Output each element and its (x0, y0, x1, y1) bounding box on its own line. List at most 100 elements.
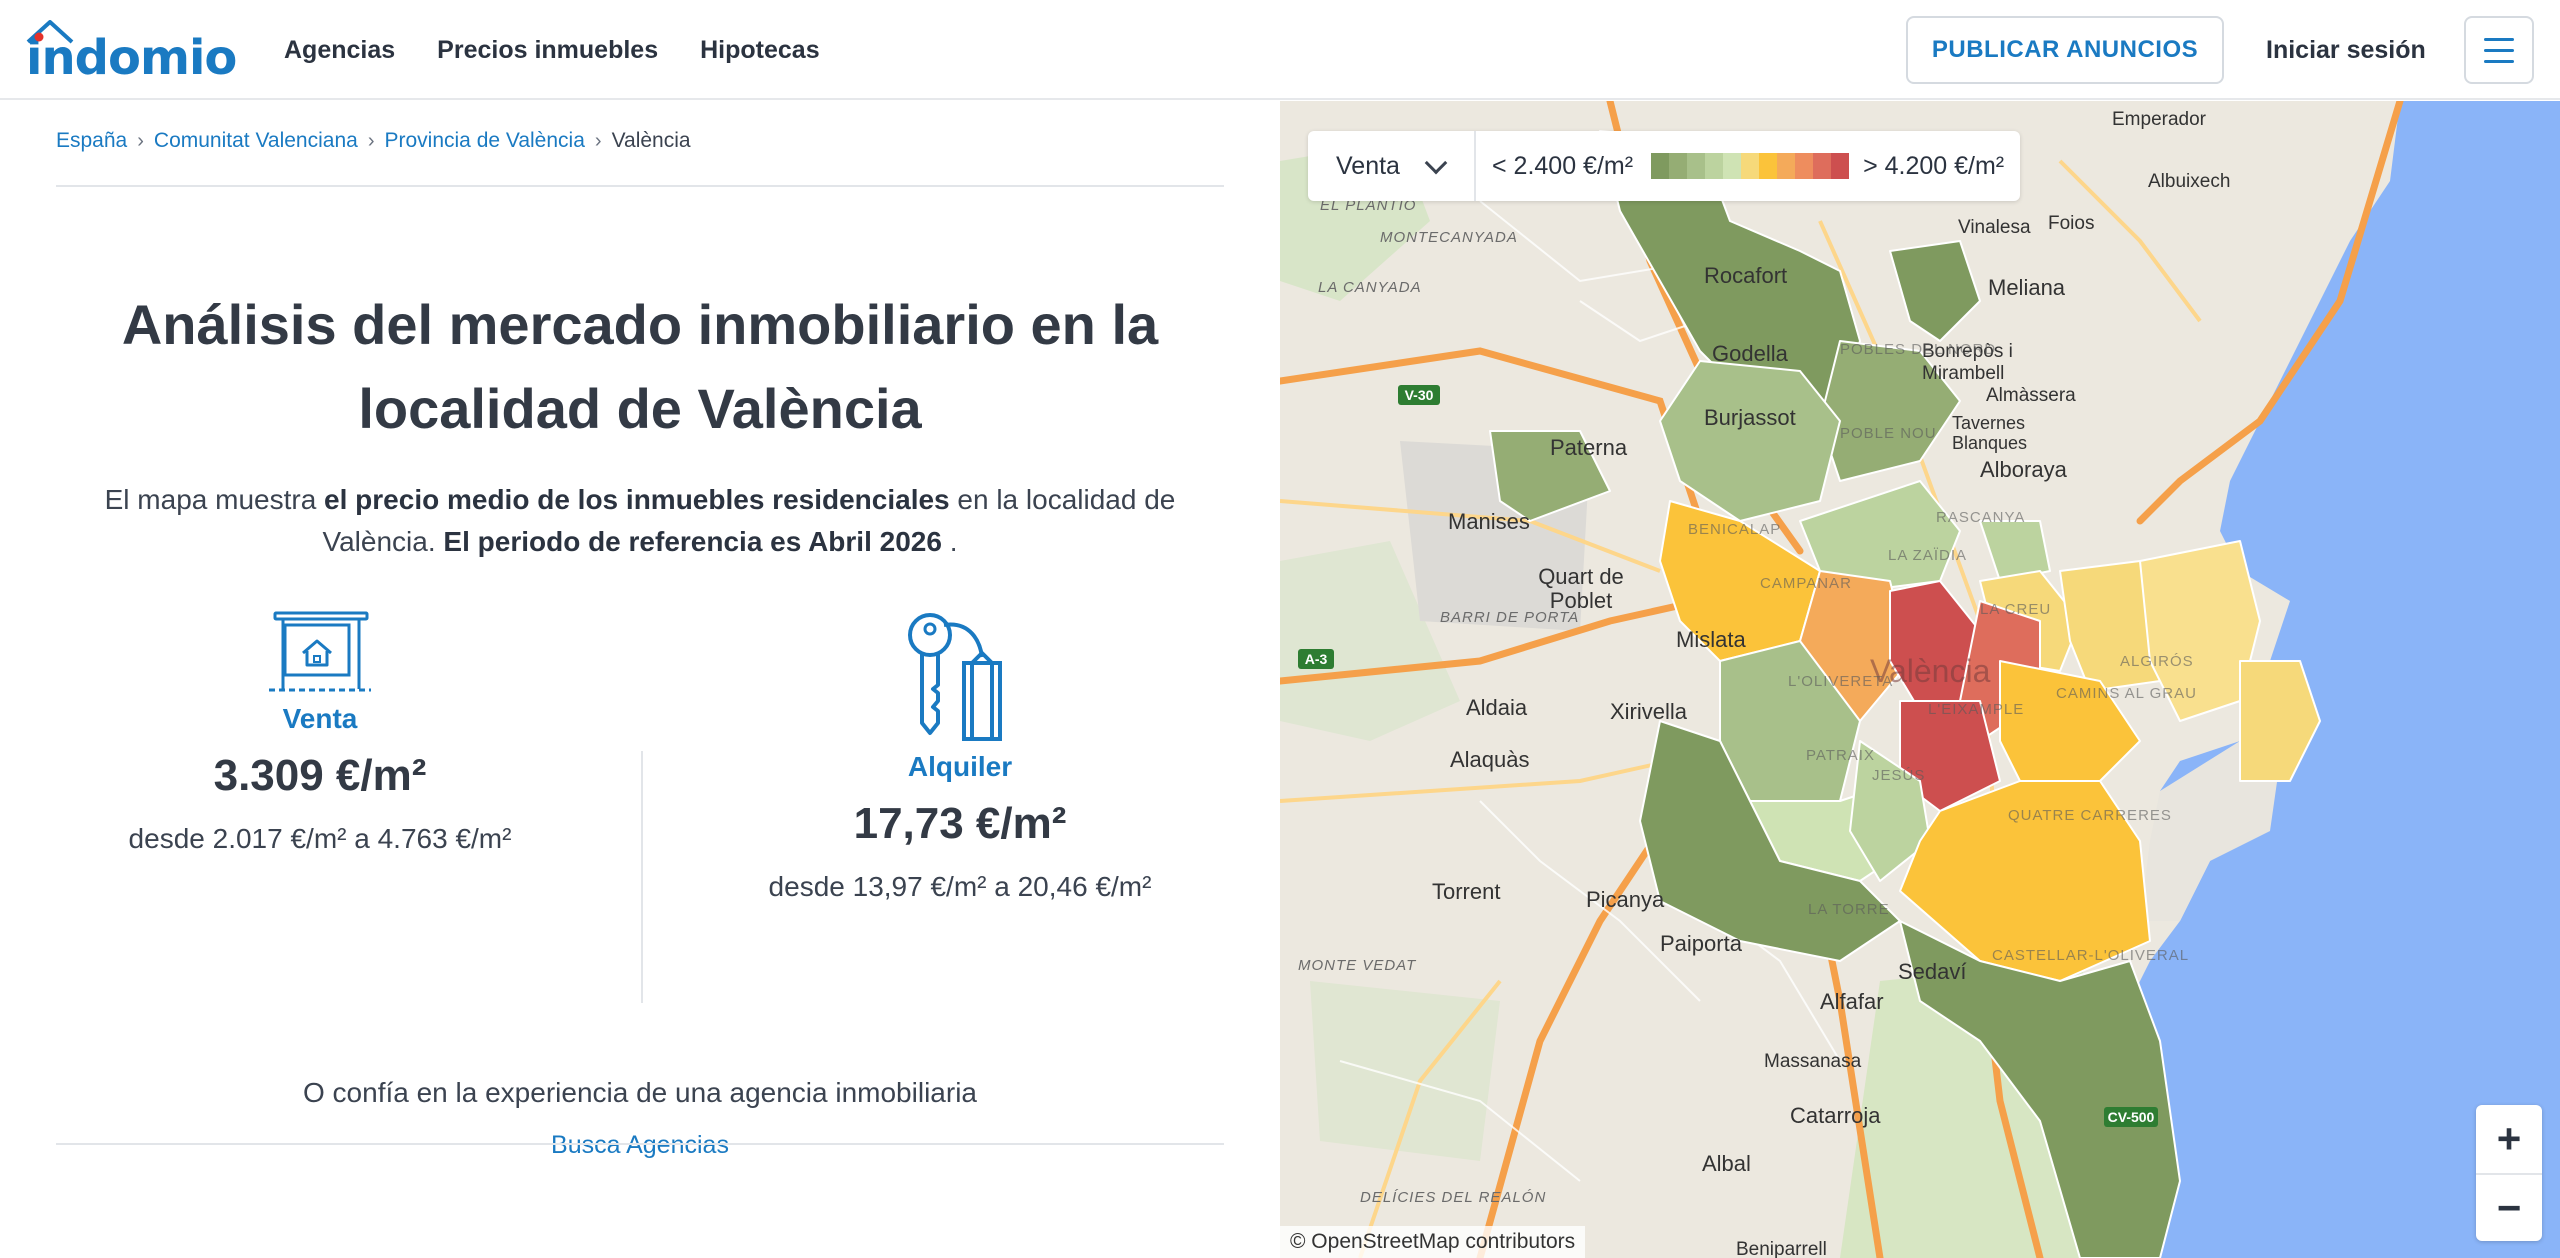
price-map[interactable]: V-30 A-3 CV-500 Rocafort Godella Burjass… (1280, 101, 2560, 1258)
map-district-label: RASCANYA (1936, 509, 2026, 526)
map-place-label: Almàssera (1986, 385, 2076, 406)
nav-precios-inmuebles[interactable]: Precios inmuebles (437, 36, 658, 65)
legend-color-scale (1651, 153, 1850, 179)
map-district-label: L'OLIVERETA (1788, 673, 1894, 690)
map-place-label: Manises (1448, 509, 1530, 534)
operation-select[interactable]: Venta (1308, 131, 1476, 201)
sale-price: 3.309 €/m² (213, 751, 427, 800)
map-area-label: MONTE VEDAT (1298, 957, 1417, 974)
map-place-label: Mislata (1676, 627, 1746, 652)
map-place-label: Alboraya (1980, 457, 2067, 482)
map-place-label: Alaquàs (1450, 747, 1530, 772)
for-sale-sign-icon (269, 611, 371, 692)
map-place-label: Aldaia (1466, 695, 1528, 720)
map-place-label: Vinalesa (1958, 217, 2031, 238)
map-district-label: BENICALAP (1688, 521, 1782, 538)
map-district-label: CAMPANAR (1760, 575, 1852, 592)
map-place-label: Albuixech (2148, 171, 2231, 192)
key-tag-icon (908, 613, 1002, 741)
map-place-label: Foios (2048, 213, 2095, 234)
legend-max-label: > 4.200 €/m² (1863, 151, 2005, 180)
market-analysis-panel: España › Comunitat Valenciana › Provinci… (0, 101, 1280, 1258)
legend-swatch (1759, 153, 1778, 179)
legend-swatch (1705, 153, 1724, 179)
breadcrumb-provincia[interactable]: Provincia de València (384, 129, 584, 153)
map-place-label: Paterna (1550, 435, 1628, 460)
map-place-label: Catarroja (1790, 1103, 1881, 1128)
menu-line-icon (2484, 59, 2514, 63)
menu-line-icon (2484, 48, 2514, 52)
operation-select-value: Venta (1336, 151, 1400, 180)
login-link[interactable]: Iniciar sesión (2266, 0, 2426, 100)
map-area-label: LA CANYADA (1318, 279, 1422, 296)
sale-label: Venta (282, 703, 358, 734)
map-district-label: L'EIXAMPLE (1928, 701, 2025, 718)
house-logo-icon (26, 20, 74, 44)
legend-swatch (1831, 153, 1850, 179)
map-place-label: Quart de Poblet (1538, 564, 1624, 613)
map-district-label: CAMINS AL GRAU (2056, 685, 2197, 702)
map-place-label: Burjassot (1704, 405, 1796, 430)
intro-text: El mapa muestra el precio medio de los i… (104, 484, 1176, 557)
map-place-label: Xirivella (1610, 699, 1688, 724)
map-place-label: Beniparrell (1736, 1239, 1827, 1258)
zoom-out-button[interactable]: − (2476, 1173, 2542, 1241)
legend-swatch (1651, 153, 1670, 179)
legend-swatch (1795, 153, 1814, 179)
map-area-label: BARRI DE PORTA (1440, 609, 1580, 626)
map-district-label: QUATRE CARRERES (2008, 807, 2172, 824)
map-district-label: POBLES DEL NORD (1840, 341, 1997, 358)
legend-swatch (1669, 153, 1688, 179)
rent-price: 17,73 €/m² (853, 799, 1067, 848)
chevron-right-icon: › (367, 129, 375, 152)
hamburger-menu-button[interactable] (2464, 16, 2534, 84)
map-district-label: PATRAIX (1806, 747, 1875, 764)
legend-swatch (1741, 153, 1760, 179)
zoom-in-button[interactable]: + (2476, 1105, 2542, 1173)
map-place-label: Emperador (2112, 109, 2206, 130)
chevron-right-icon: › (594, 129, 602, 152)
breadcrumb: España › Comunitat Valenciana › Provinci… (56, 129, 691, 153)
map-district-label: LA CREU (1980, 601, 2052, 618)
legend-swatch (1813, 153, 1832, 179)
sale-range: desde 2.017 €/m² a 4.763 €/m² (128, 823, 512, 854)
svg-text:CV-500: CV-500 (2108, 1109, 2155, 1125)
rent-label: Alquiler (907, 751, 1013, 782)
legend-swatch (1777, 153, 1796, 179)
nav-agencias[interactable]: Agencias (284, 36, 395, 65)
map-place-label: Albal (1702, 1151, 1751, 1176)
map-district-label: LA ZAÏDIA (1888, 547, 1968, 564)
stats-divider (641, 751, 643, 1003)
breadcrumb-current: València (611, 129, 691, 152)
map-place-label: Meliana (1988, 275, 2066, 300)
map-district-label: CASTELLAR-L'OLIVERAL (1992, 947, 2190, 964)
chevron-down-icon (1424, 151, 1448, 175)
site-header: indomio Agencias Precios inmuebles Hipot… (0, 0, 2560, 100)
legend-swatch (1723, 153, 1742, 179)
chevron-right-icon: › (137, 129, 144, 152)
map-place-label: Paiporta (1660, 931, 1742, 956)
main-nav: Agencias Precios inmuebles Hipotecas (284, 0, 820, 100)
map-place-label: Picanya (1586, 887, 1665, 912)
divider (56, 185, 1224, 187)
map-district-label: ALGIRÓS (2120, 653, 2194, 670)
divider (56, 1143, 1224, 1145)
publish-listings-button[interactable]: PUBLICAR ANUNCIOS (1906, 16, 2224, 84)
map-district-label: JESÚS (1872, 767, 1926, 784)
breadcrumb-espana[interactable]: España (56, 129, 127, 153)
map-place-label: Godella (1712, 341, 1788, 366)
breadcrumb-comunitat[interactable]: Comunitat Valenciana (154, 129, 358, 153)
map-attribution[interactable]: © OpenStreetMap contributors (1280, 1226, 1586, 1258)
legend-swatch (1687, 153, 1706, 179)
map-place-label: Alfafar (1820, 989, 1884, 1014)
indomio-logo[interactable]: indomio (26, 20, 237, 82)
map-place-label: Tavernes Blanques (1952, 413, 2028, 453)
zoom-controls: + − (2476, 1105, 2542, 1241)
map-district-label: LA TORRE (1808, 901, 1890, 918)
svg-text:A-3: A-3 (1305, 651, 1328, 667)
map-area-label: DELÍCIES DEL REALÓN (1360, 1189, 1547, 1206)
search-agencies-link[interactable]: Busca Agencias (60, 1131, 1220, 1160)
map-legend: Venta < 2.400 €/m² > 4.200 €/m² (1308, 131, 2021, 201)
nav-hipotecas[interactable]: Hipotecas (700, 36, 819, 65)
menu-line-icon (2484, 37, 2514, 41)
